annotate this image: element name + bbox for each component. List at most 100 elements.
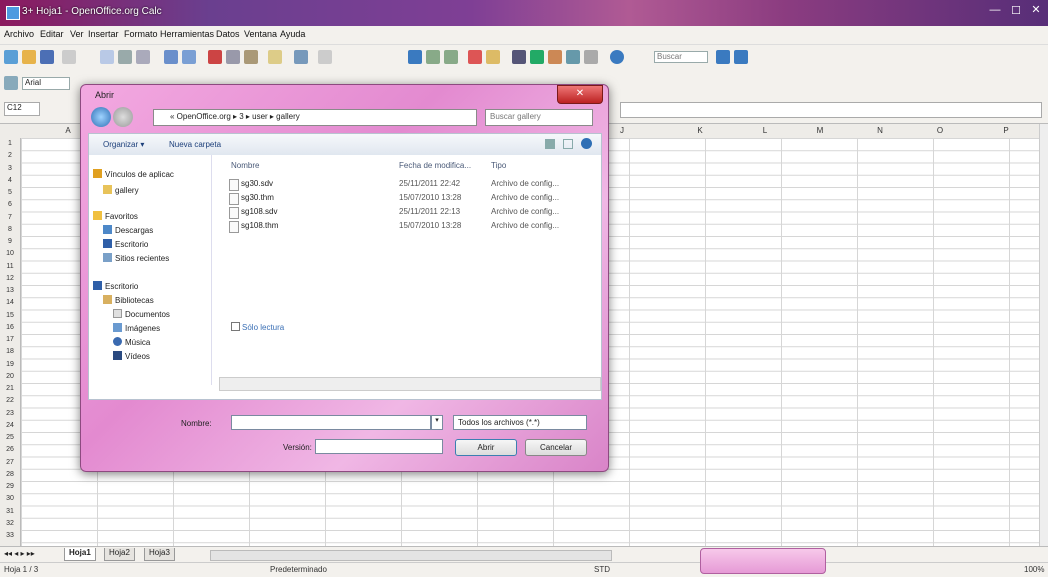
print-icon[interactable] (118, 50, 132, 64)
column-type-header[interactable]: Tipo (491, 161, 506, 170)
close-window-button[interactable]: ✕ (1026, 3, 1046, 18)
find-next-icon[interactable] (716, 50, 730, 64)
menu-herramientas[interactable]: Herramientas (160, 29, 214, 39)
row-header[interactable]: 2 (0, 152, 20, 159)
row-header[interactable]: 17 (0, 336, 20, 343)
row-header[interactable]: 23 (0, 410, 20, 417)
dialog-search-input[interactable]: Buscar gallery (485, 109, 593, 126)
row-header[interactable]: 1 (0, 140, 20, 147)
nav-item-pictures[interactable]: Imágenes (113, 323, 160, 333)
version-select[interactable] (315, 439, 443, 454)
row-header[interactable]: 33 (0, 532, 20, 539)
minimize-button[interactable]: — (984, 4, 1006, 18)
font-name-select[interactable]: Arial (22, 77, 70, 90)
column-header-l[interactable]: L (755, 126, 775, 135)
print-preview-icon[interactable] (136, 50, 150, 64)
menu-datos[interactable]: Datos (216, 29, 240, 39)
row-header[interactable]: 9 (0, 238, 20, 245)
file-type-select[interactable]: Todos los archivos (*.*) (453, 415, 587, 430)
row-header[interactable]: 8 (0, 226, 20, 233)
sheet-tab-hoja2[interactable]: Hoja2 (104, 548, 135, 561)
nav-item-favorites[interactable]: Favoritos (93, 211, 138, 221)
file-row[interactable]: sg108.thm 15/07/2010 13:28 Archivo de co… (219, 221, 599, 233)
row-header[interactable]: 26 (0, 446, 20, 453)
nav-item-videos[interactable]: Vídeos (113, 351, 150, 361)
column-header-o[interactable]: O (930, 126, 950, 135)
row-header[interactable]: 4 (0, 177, 20, 184)
menu-insertar[interactable]: Insertar (88, 29, 119, 39)
autospellcheck-icon[interactable] (182, 50, 196, 64)
spellcheck-icon[interactable] (164, 50, 178, 64)
nav-item-libraries[interactable]: Bibliotecas (103, 295, 154, 305)
find-replace-icon[interactable] (512, 50, 526, 64)
row-header[interactable]: 11 (0, 263, 20, 270)
row-header[interactable]: 32 (0, 520, 20, 527)
row-header[interactable]: 25 (0, 434, 20, 441)
cut-icon[interactable] (208, 50, 222, 64)
row-header[interactable]: 16 (0, 324, 20, 331)
open-button[interactable]: Abrir (455, 439, 517, 456)
nav-item-recent-places[interactable]: Sitios recientes (103, 253, 169, 263)
formula-input[interactable] (620, 102, 1042, 118)
nav-item-desktop-root[interactable]: Escritorio (93, 281, 138, 291)
navigator-icon[interactable] (530, 50, 544, 64)
row-header[interactable]: 21 (0, 385, 20, 392)
row-header[interactable]: 15 (0, 312, 20, 319)
find-previous-icon[interactable] (734, 50, 748, 64)
undo-icon[interactable] (294, 50, 308, 64)
column-header-j[interactable]: J (612, 126, 632, 135)
row-header[interactable]: 22 (0, 397, 20, 404)
column-name-header[interactable]: Nombre (231, 161, 259, 170)
file-row[interactable]: sg30.thm 15/07/2010 13:28 Archivo de con… (219, 193, 599, 205)
row-header[interactable]: 7 (0, 214, 20, 221)
back-icon[interactable] (91, 107, 111, 127)
row-header[interactable]: 6 (0, 201, 20, 208)
nav-item-desktop[interactable]: Escritorio (103, 239, 148, 249)
row-header[interactable]: 19 (0, 361, 20, 368)
help-icon[interactable] (581, 138, 592, 149)
column-header-a[interactable]: A (58, 126, 78, 135)
menu-archivo[interactable]: Archivo (4, 29, 34, 39)
maximize-button[interactable]: ☐ (1006, 4, 1026, 18)
nav-item-documents[interactable]: Documentos (113, 309, 170, 319)
column-header-p[interactable]: P (996, 126, 1016, 135)
read-only-checkbox[interactable]: Sólo lectura (231, 322, 284, 332)
row-header[interactable]: 27 (0, 459, 20, 466)
sheet-tab-hoja1[interactable]: Hoja1 (64, 548, 96, 561)
sort-descending-icon[interactable] (444, 50, 458, 64)
row-header[interactable]: 3 (0, 165, 20, 172)
column-date-header[interactable]: Fecha de modifica... (399, 161, 471, 170)
cancel-button[interactable]: Cancelar (525, 439, 587, 456)
zoom-icon[interactable] (584, 50, 598, 64)
help-icon[interactable] (610, 50, 624, 64)
datasources-icon[interactable] (566, 50, 580, 64)
find-input[interactable]: Buscar (654, 51, 708, 63)
taskbar-thumbnail-popup[interactable] (700, 548, 826, 574)
column-header-m[interactable]: M (810, 126, 830, 135)
draw-functions-icon[interactable] (486, 50, 500, 64)
row-header[interactable]: 29 (0, 483, 20, 490)
export-pdf-icon[interactable] (100, 50, 114, 64)
nav-item-app-links[interactable]: Vínculos de aplicac (93, 169, 174, 179)
row-header[interactable]: 20 (0, 373, 20, 380)
row-header[interactable]: 10 (0, 250, 20, 257)
row-header[interactable]: 24 (0, 422, 20, 429)
redo-icon[interactable] (318, 50, 332, 64)
column-header-k[interactable]: K (690, 126, 710, 135)
paste-icon[interactable] (244, 50, 258, 64)
status-mode[interactable]: STD (594, 565, 610, 574)
menu-ayuda[interactable]: Ayuda (280, 29, 305, 39)
row-header[interactable]: 13 (0, 287, 20, 294)
file-list-horizontal-scrollbar[interactable] (219, 377, 601, 391)
sheet-tab-hoja3[interactable]: Hoja3 (144, 548, 175, 561)
nav-item-downloads[interactable]: Descargas (103, 225, 153, 235)
new-folder-button[interactable]: Nueva carpeta (169, 140, 221, 149)
hyperlink-icon[interactable] (408, 50, 422, 64)
row-header[interactable]: 5 (0, 189, 20, 196)
vertical-scrollbar[interactable] (1039, 124, 1048, 546)
name-box[interactable]: C12 (4, 102, 40, 116)
address-bar[interactable]: « OpenOffice.org ▸ 3 ▸ user ▸ gallery (153, 109, 477, 126)
row-header[interactable]: 30 (0, 495, 20, 502)
sort-ascending-icon[interactable] (426, 50, 440, 64)
chevron-down-icon[interactable]: ▾ (431, 415, 443, 430)
